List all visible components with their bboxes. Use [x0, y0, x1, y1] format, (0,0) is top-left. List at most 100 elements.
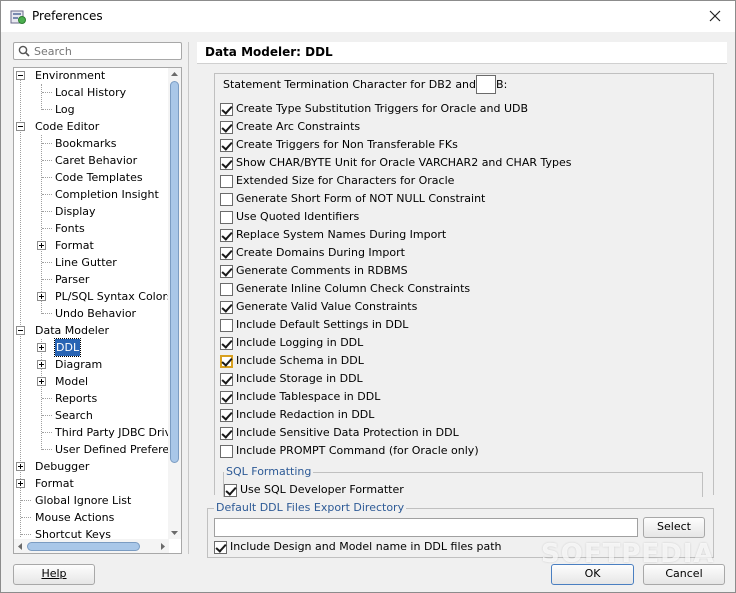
ddl-option-checkbox[interactable]	[220, 283, 233, 296]
ddl-option-checkbox[interactable]	[220, 391, 233, 404]
export-directory-legend: Default DDL Files Export Directory	[214, 501, 407, 514]
panel-header: Data Modeler: DDL	[197, 42, 727, 64]
sql-formatting-legend: SQL Formatting	[224, 465, 314, 478]
preferences-dialog: Preferences Environment	[0, 0, 736, 593]
ddl-option-checkbox[interactable]	[220, 445, 233, 458]
termination-character-field[interactable]	[476, 75, 496, 94]
expand-icon[interactable]	[16, 479, 25, 488]
tree-vertical-scrollbar[interactable]	[168, 68, 181, 539]
close-icon	[709, 10, 721, 22]
ddl-option-label: Create Arc Constraints	[236, 120, 361, 133]
preferences-app-icon	[10, 10, 26, 24]
tree-connector	[42, 109, 52, 110]
expand-icon[interactable]	[37, 241, 46, 250]
ddl-option-checkbox[interactable]	[220, 121, 233, 134]
tree-horizontal-scrollbar[interactable]	[14, 539, 169, 553]
tree-connector	[42, 177, 52, 178]
ddl-option-label: Generate Inline Column Check Constraints	[236, 282, 471, 295]
ddl-option-checkbox[interactable]	[220, 175, 233, 188]
tree-connector	[21, 517, 31, 518]
search-icon	[18, 45, 30, 57]
scroll-thumb[interactable]	[27, 542, 140, 551]
tree-connector	[41, 84, 42, 110]
tree-connector	[42, 143, 52, 144]
help-button-label: Help	[41, 567, 67, 580]
close-button[interactable]	[703, 5, 727, 27]
pane-splitter[interactable]	[188, 42, 189, 554]
scroll-right-icon[interactable]	[158, 542, 167, 551]
search-field[interactable]	[13, 42, 182, 60]
ddl-option-checkbox[interactable]	[220, 103, 233, 116]
select-button-label: Select	[657, 520, 691, 533]
collapse-icon[interactable]	[16, 122, 25, 131]
tree-connector	[42, 211, 52, 212]
scroll-thumb[interactable]	[170, 81, 179, 463]
tree-connector	[42, 92, 52, 93]
tree-connector	[41, 135, 42, 314]
preferences-tree: Environment Local History Log Code Edito…	[13, 67, 182, 554]
ok-button-label: OK	[584, 567, 601, 580]
expand-icon[interactable]	[37, 292, 46, 301]
ddl-option-checkbox[interactable]	[220, 409, 233, 422]
ddl-option-label: Create Domains During Import	[236, 246, 405, 259]
ddl-option-checkbox[interactable]	[220, 355, 233, 368]
ddl-option-checkbox[interactable]	[220, 229, 233, 242]
scroll-left-icon[interactable]	[16, 542, 25, 551]
help-button[interactable]: Help	[13, 564, 95, 585]
ddl-option-label: Show CHAR/BYTE Unit for Oracle VARCHAR2 …	[236, 156, 572, 169]
ddl-option-label: Generate Comments in RDBMS	[236, 264, 408, 277]
tree-connector	[42, 194, 52, 195]
ddl-option-label: Include Sensitive Data Protection in DDL	[236, 426, 459, 439]
ddl-option-label: Include Redaction in DDL	[236, 408, 375, 421]
ddl-option-checkbox[interactable]	[220, 319, 233, 332]
tree-connector	[42, 415, 52, 416]
ddl-option-label: Create Type Substitution Triggers for Or…	[236, 102, 529, 115]
scroll-down-icon[interactable]	[170, 528, 179, 537]
export-directory-input[interactable]	[214, 518, 638, 537]
termination-label: Statement Termination Character for DB2 …	[223, 78, 508, 91]
cancel-button-label: Cancel	[665, 567, 703, 580]
tree-connector	[42, 432, 52, 433]
tree-connector	[42, 449, 52, 450]
ddl-option-label: Include Tablespace in DDL	[236, 390, 381, 403]
title-bar: Preferences	[1, 1, 735, 32]
tree-connector	[42, 228, 52, 229]
expand-icon[interactable]	[37, 360, 46, 369]
ddl-option-checkbox[interactable]	[220, 211, 233, 224]
tree-connector	[41, 339, 42, 450]
ddl-option-label: Include Logging in DDL	[236, 336, 364, 349]
scroll-up-icon[interactable]	[170, 70, 179, 79]
ddl-option-checkbox[interactable]	[220, 247, 233, 260]
tree-connector	[21, 500, 31, 501]
ddl-option-label: Generate Valid Value Constraints	[236, 300, 418, 313]
ddl-option-checkbox[interactable]	[220, 373, 233, 386]
collapse-icon[interactable]	[16, 326, 25, 335]
use-sql-developer-formatter-checkbox[interactable]	[224, 484, 237, 497]
tree-connector	[42, 279, 52, 280]
ddl-option-checkbox[interactable]	[220, 337, 233, 350]
ddl-option-checkbox[interactable]	[220, 427, 233, 440]
select-directory-button[interactable]: Select	[643, 517, 705, 538]
expand-icon[interactable]	[37, 343, 46, 352]
page-title: Data Modeler: DDL	[205, 45, 333, 59]
tree-connector	[42, 160, 52, 161]
ddl-option-label: Include PROMPT Command (for Oracle only)	[236, 444, 479, 457]
window-title: Preferences	[32, 9, 103, 23]
ddl-option-label: Include Storage in DDL	[236, 372, 363, 385]
ddl-option-checkbox[interactable]	[220, 139, 233, 152]
cancel-button[interactable]: Cancel	[643, 564, 725, 585]
ddl-option-label: Include Schema in DDL	[236, 354, 364, 367]
tree-connector	[42, 398, 52, 399]
search-input[interactable]	[34, 43, 179, 59]
ddl-option-checkbox[interactable]	[220, 301, 233, 314]
tree-connector	[21, 534, 31, 535]
ddl-option-checkbox[interactable]	[220, 265, 233, 278]
expand-icon[interactable]	[37, 377, 46, 386]
include-design-model-name-checkbox[interactable]	[214, 541, 227, 554]
collapse-icon[interactable]	[16, 71, 25, 80]
tree-connector	[42, 262, 52, 263]
ddl-option-checkbox[interactable]	[220, 193, 233, 206]
ok-button[interactable]: OK	[551, 564, 634, 585]
ddl-option-checkbox[interactable]	[220, 157, 233, 170]
expand-icon[interactable]	[16, 462, 25, 471]
